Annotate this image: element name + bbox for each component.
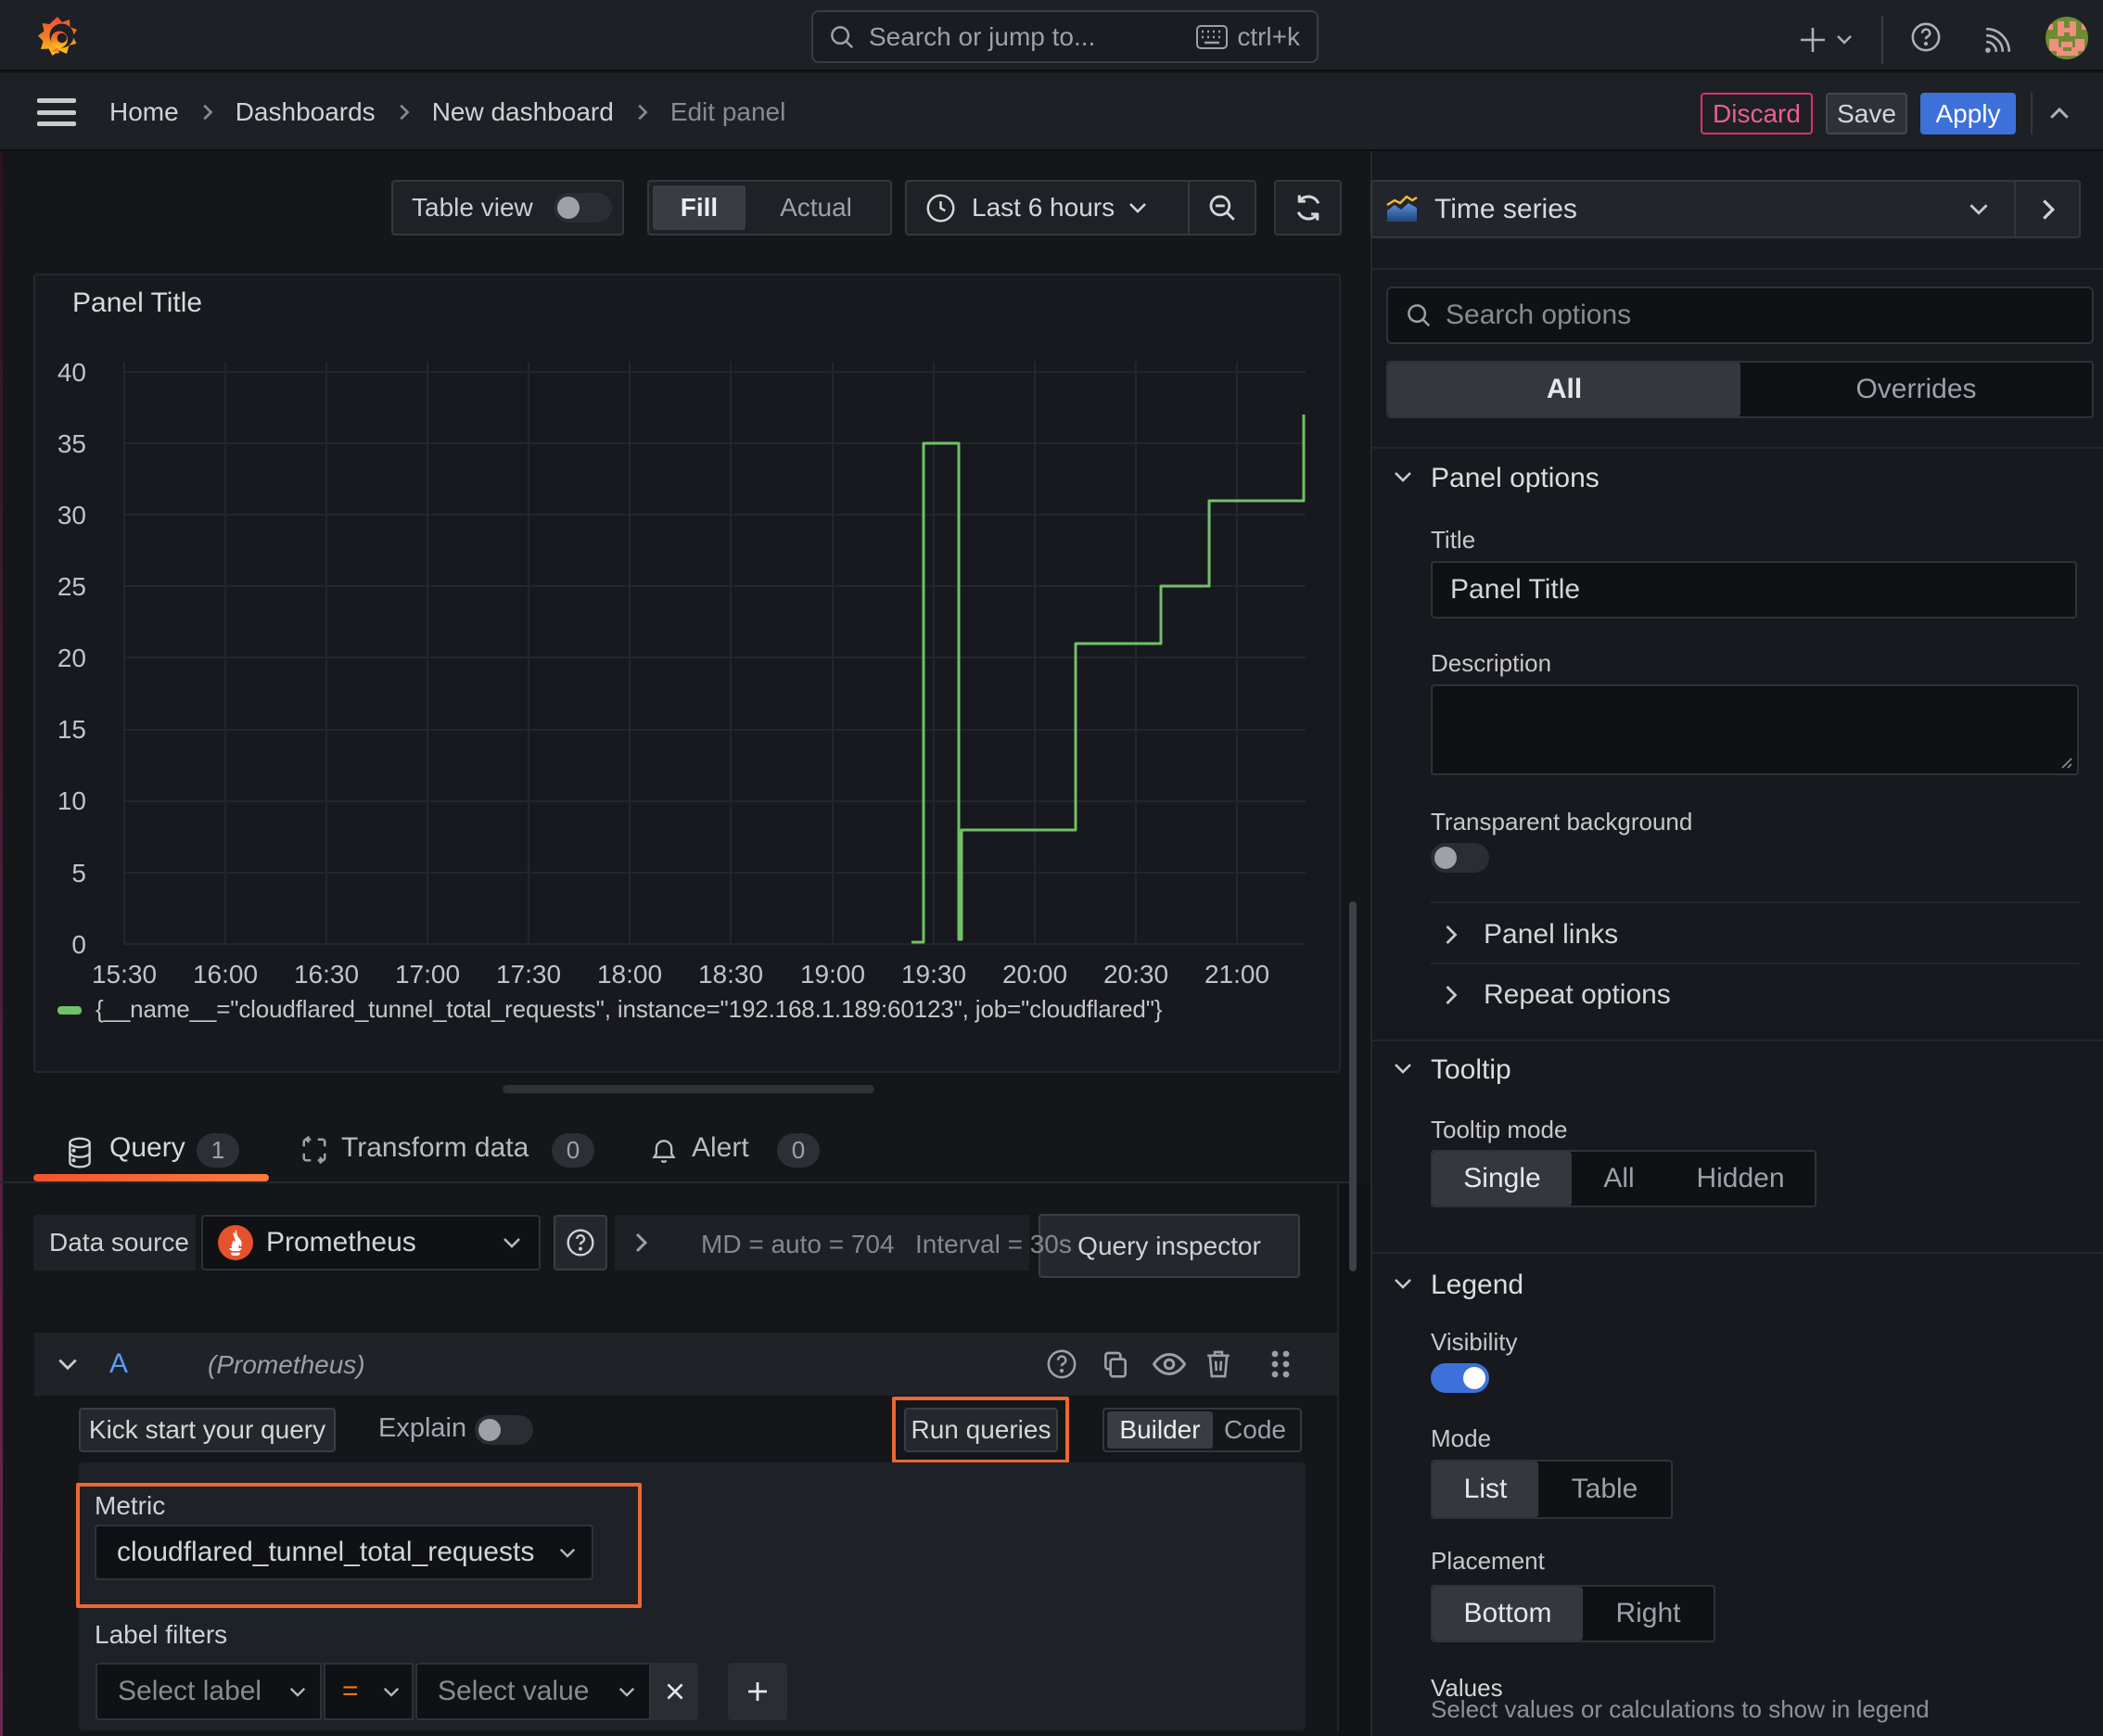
svg-text:30: 30 (57, 501, 86, 530)
svg-text:16:30: 16:30 (294, 960, 359, 989)
svg-text:5: 5 (71, 859, 86, 887)
svg-text:15:30: 15:30 (92, 960, 157, 989)
svg-text:21:00: 21:00 (1204, 960, 1269, 989)
svg-text:40: 40 (57, 358, 86, 387)
svg-text:20:30: 20:30 (1103, 960, 1168, 989)
svg-text:17:30: 17:30 (496, 960, 561, 989)
svg-text:35: 35 (57, 429, 86, 458)
svg-text:15: 15 (57, 715, 86, 744)
svg-text:16:00: 16:00 (193, 960, 258, 989)
svg-text:20:00: 20:00 (1002, 960, 1067, 989)
svg-text:25: 25 (57, 572, 86, 601)
svg-text:19:00: 19:00 (800, 960, 865, 989)
svg-text:17:00: 17:00 (395, 960, 460, 989)
svg-text:10: 10 (57, 786, 86, 815)
svg-text:20: 20 (57, 644, 86, 672)
svg-text:18:30: 18:30 (698, 960, 763, 989)
svg-text:19:30: 19:30 (901, 960, 966, 989)
svg-text:0: 0 (71, 930, 86, 959)
svg-text:18:00: 18:00 (597, 960, 662, 989)
